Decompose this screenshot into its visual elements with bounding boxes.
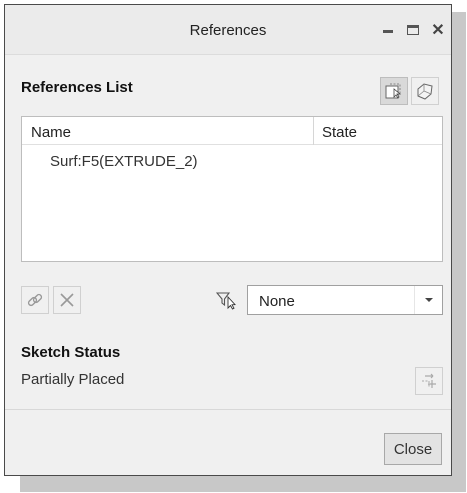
minimize-icon[interactable]: [379, 19, 397, 41]
solve-reference-icon[interactable]: [415, 367, 443, 395]
filter-dropdown[interactable]: None: [247, 285, 443, 315]
column-header-name[interactable]: Name: [31, 124, 71, 141]
close-button[interactable]: Close: [384, 433, 442, 465]
list-header: Name State: [22, 117, 442, 145]
references-list[interactable]: Name State Surf:F5(EXTRUDE_2): [21, 116, 443, 262]
link-icon[interactable]: [21, 286, 49, 314]
filter-selected-value: None: [259, 293, 295, 310]
delete-x-icon[interactable]: [53, 286, 81, 314]
select-reference-icon[interactable]: [380, 77, 408, 105]
maximize-icon[interactable]: [403, 19, 423, 41]
footer-divider: [5, 409, 451, 410]
filter-cursor-icon[interactable]: [213, 286, 241, 314]
references-list-title: References List: [21, 79, 133, 96]
sketch-status-value: Partially Placed: [21, 371, 125, 388]
column-header-state[interactable]: State: [322, 124, 357, 141]
title-bar[interactable]: References ✕: [5, 5, 451, 55]
list-item[interactable]: Surf:F5(EXTRUDE_2): [50, 153, 198, 170]
column-separator[interactable]: [313, 117, 314, 145]
cross-section-icon[interactable]: [411, 77, 439, 105]
close-icon[interactable]: ✕: [429, 19, 447, 41]
sketch-status-title: Sketch Status: [21, 344, 121, 361]
chevron-down-icon[interactable]: [414, 286, 442, 314]
references-dialog: References ✕ References List Name State …: [4, 4, 452, 476]
